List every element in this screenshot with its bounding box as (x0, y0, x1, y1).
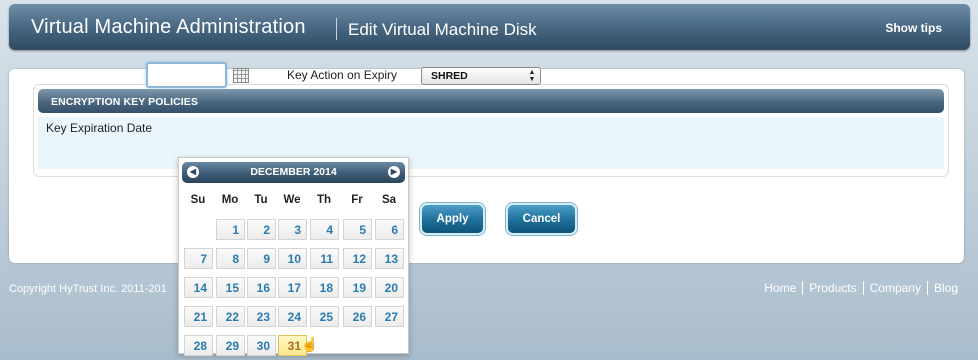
day-cell[interactable]: 7 (184, 248, 213, 269)
footer-link-blog[interactable]: Blog (926, 281, 964, 295)
weekday-header: Th (316, 194, 332, 206)
chevron-left-icon[interactable]: ◀ (187, 166, 199, 178)
day-cell[interactable]: 29 (216, 335, 245, 356)
day-cell[interactable]: 9 (247, 248, 276, 269)
day-cell[interactable]: 6 (375, 219, 404, 240)
key-expiration-date-input[interactable] (146, 62, 227, 88)
key-expiration-label: Key Expiration Date (46, 121, 153, 135)
footer-link-products[interactable]: Products (802, 281, 862, 295)
day-cell[interactable]: 4 (310, 219, 339, 240)
day-cell[interactable]: 10 (278, 248, 307, 269)
day-cell[interactable]: 30 (247, 335, 276, 356)
calendar-icon[interactable] (233, 68, 249, 83)
weekday-header: We (283, 194, 301, 206)
day-cell[interactable]: 25 (310, 306, 339, 327)
key-action-value: SHRED (431, 70, 468, 82)
day-cell[interactable]: 28 (184, 335, 213, 356)
weekday-header: Tu (254, 194, 268, 206)
day-cell[interactable]: 13 (375, 248, 404, 269)
day-cell[interactable]: 12 (343, 248, 372, 269)
day-cell[interactable]: 27 (375, 306, 404, 327)
datepicker-popup: ◀ DECEMBER 2014 ▶ Su Mo Tu We Th Fr Sa 1 2 3 4 5 6 7 8… (178, 157, 409, 356)
app-title: Virtual Machine Administration (31, 16, 306, 38)
weekday-header: Sa (381, 194, 397, 206)
show-tips-link[interactable]: Show tips (885, 21, 942, 35)
datepicker-month: DECEMBER 2014 (250, 166, 337, 178)
select-arrows-icon: ▲ ▼ (528, 69, 536, 83)
hand-cursor-icon: ☝ (301, 336, 319, 352)
day-cell[interactable]: 15 (216, 277, 245, 298)
key-action-label: Key Action on Expiry (287, 68, 398, 82)
day-cell[interactable]: 8 (216, 248, 245, 269)
day-cell[interactable]: 1 (216, 219, 245, 240)
page-title: Edit Virtual Machine Disk (348, 20, 537, 39)
weekday-header: Mo (221, 194, 239, 206)
encryption-fieldset: ENCRYPTION KEY POLICIES Key Expiration D… (33, 84, 949, 177)
day-cell[interactable]: 19 (343, 277, 372, 298)
footer-link-home[interactable]: Home (758, 281, 802, 295)
day-cell[interactable]: 16 (247, 277, 276, 298)
apply-button[interactable]: Apply (420, 203, 485, 235)
chevron-right-icon[interactable]: ▶ (388, 166, 400, 178)
day-cell[interactable]: 21 (184, 306, 213, 327)
day-cell[interactable]: 17 (278, 277, 307, 298)
day-cell[interactable]: 3 (278, 219, 307, 240)
day-cell[interactable]: 11 (310, 248, 339, 269)
day-cell[interactable]: 20 (375, 277, 404, 298)
day-cell[interactable]: 2 (247, 219, 276, 240)
day-cell[interactable]: 18 (310, 277, 339, 298)
section-body (38, 117, 944, 169)
weekday-header: Su (190, 194, 206, 206)
day-cell[interactable]: 5 (343, 219, 372, 240)
datepicker-header: ◀ DECEMBER 2014 ▶ (182, 162, 405, 183)
main-panel: ENCRYPTION KEY POLICIES Key Expiration D… (9, 69, 964, 263)
footer-link-company[interactable]: Company (862, 281, 927, 295)
day-cell[interactable]: 24 (278, 306, 307, 327)
day-cell[interactable]: 26 (343, 306, 372, 327)
day-cell[interactable]: 22 (216, 306, 245, 327)
key-action-select[interactable]: SHRED ▲ ▼ (421, 67, 541, 85)
day-cell[interactable]: 14 (184, 277, 213, 298)
header-separator (336, 18, 337, 40)
section-title: ENCRYPTION KEY POLICIES (38, 89, 944, 113)
day-cell[interactable]: 23 (247, 306, 276, 327)
app-header: Virtual Machine Administration Edit Virt… (9, 4, 970, 50)
footer-copyright: Copyright HyTrust Inc. 2011-201 (9, 283, 167, 295)
weekday-header: Fr (351, 194, 363, 206)
cancel-button[interactable]: Cancel (506, 203, 577, 235)
footer-links: Home Products Company Blog (758, 281, 964, 295)
